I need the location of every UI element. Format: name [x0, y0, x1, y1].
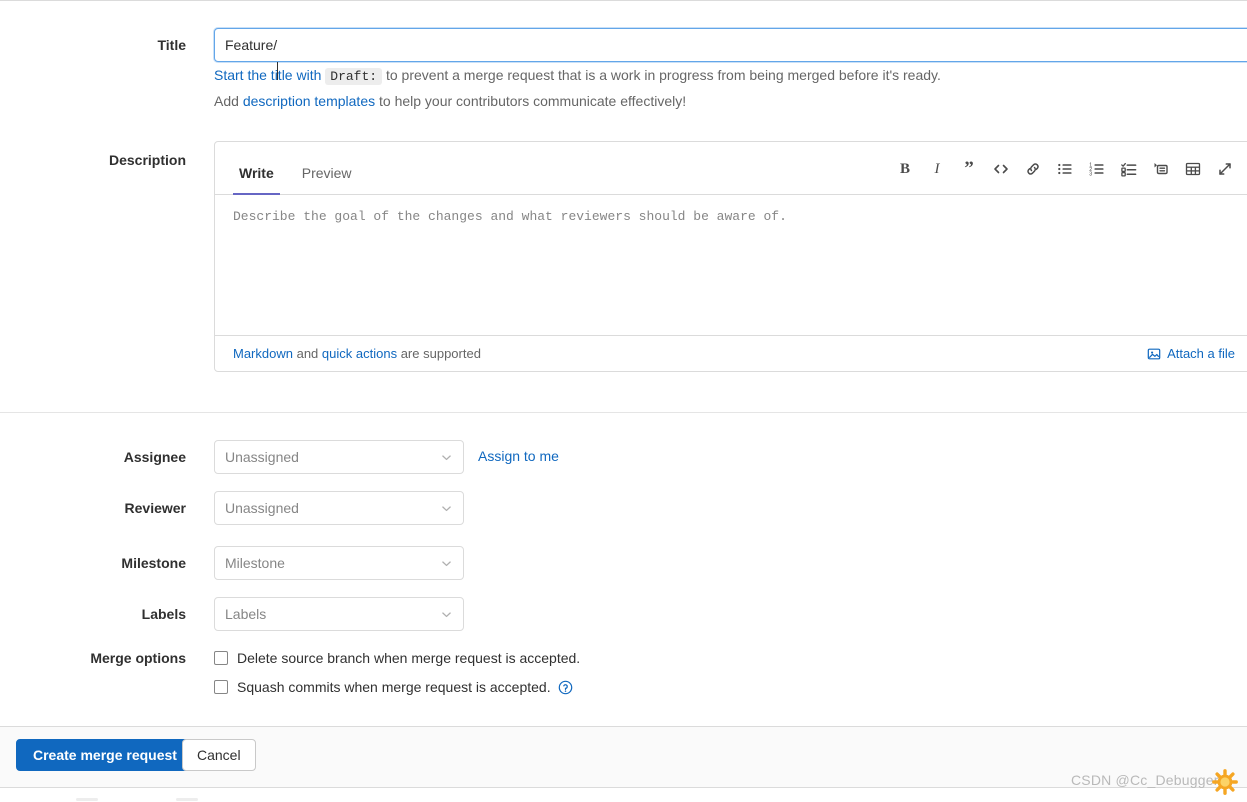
reviewer-dropdown[interactable]: Unassigned [214, 491, 464, 525]
watermark-text: CSDN @Cc_Debugger [1071, 772, 1219, 788]
tab-preview[interactable]: Preview [296, 166, 358, 194]
squash-commits-text: Squash commits when merge request is acc… [237, 679, 551, 695]
tab-write[interactable]: Write [233, 166, 280, 195]
description-editor: Write Preview B I ” 1 2 3 Describe the g… [214, 141, 1247, 372]
assign-to-me-link[interactable]: Assign to me [478, 448, 559, 464]
description-footer: Markdown and quick actions are supported… [215, 335, 1247, 371]
draft-link[interactable]: Start the title with [214, 67, 321, 83]
cutoff-element-right [176, 798, 198, 801]
reviewer-value: Unassigned [225, 500, 299, 516]
description-templates-link[interactable]: description templates [243, 93, 375, 109]
form-action-bar: Create merge request Cancel [0, 726, 1247, 788]
squash-commits-option[interactable]: Squash commits when merge request is acc… [214, 679, 573, 695]
bullet-list-icon[interactable] [1049, 155, 1081, 183]
chevron-down-icon [440, 608, 453, 621]
title-label: Title [157, 37, 186, 53]
merge-options-label: Merge options [90, 650, 186, 666]
bold-icon[interactable]: B [889, 155, 921, 183]
draft-help-text: Start the title with Draft: to prevent a… [214, 67, 941, 85]
templates-help-suffix: to help your contributors communicate ef… [379, 93, 687, 109]
svg-text:3: 3 [1089, 171, 1092, 177]
collapsible-section-icon[interactable] [1145, 155, 1177, 183]
delete-source-branch-option[interactable]: Delete source branch when merge request … [214, 650, 580, 666]
delete-source-branch-checkbox[interactable] [214, 651, 228, 665]
fullscreen-icon[interactable] [1209, 155, 1241, 183]
top-divider [0, 0, 1247, 1]
delete-source-branch-text: Delete source branch when merge request … [237, 650, 581, 666]
description-label: Description [108, 152, 186, 168]
attach-file-label: Attach a file [1167, 346, 1235, 361]
description-textarea[interactable]: Describe the goal of the changes and wha… [215, 195, 1247, 335]
labels-value: Labels [225, 606, 267, 622]
templates-help-text: Add description templates to help your c… [214, 93, 686, 109]
table-icon[interactable] [1177, 155, 1209, 183]
supported-text: are supported [400, 346, 481, 361]
quote-icon[interactable]: ” [953, 155, 985, 183]
merge-request-form-page: Title Start the title with Draft: to pre… [0, 0, 1247, 802]
quick-actions-link[interactable]: quick actions [322, 346, 397, 361]
numbered-list-icon[interactable]: 1 2 3 [1081, 155, 1113, 183]
image-attachment-icon [1147, 347, 1161, 361]
milestone-value: Milestone [225, 555, 285, 571]
task-list-icon[interactable] [1113, 155, 1145, 183]
milestone-label: Milestone [121, 555, 186, 571]
assignee-label: Assignee [123, 449, 186, 465]
csdn-logo-icon [1211, 768, 1239, 796]
reviewer-label: Reviewer [124, 500, 186, 516]
link-icon[interactable] [1017, 155, 1049, 183]
markdown-toolbar: B I ” 1 2 3 [889, 155, 1241, 183]
title-input[interactable] [214, 28, 1247, 62]
assignee-value: Unassigned [225, 449, 299, 465]
draft-help-suffix: to prevent a merge request that is a wor… [385, 67, 941, 83]
markdown-link[interactable]: Markdown [233, 346, 293, 361]
labels-label: Labels [141, 606, 186, 622]
italic-icon[interactable]: I [921, 155, 953, 183]
code-icon[interactable] [985, 155, 1017, 183]
markdown-support-text: Markdown and quick actions are supported [233, 346, 481, 361]
and-text: and [296, 346, 319, 361]
labels-dropdown[interactable]: Labels [214, 597, 464, 631]
editor-tabs: Write Preview [215, 141, 374, 195]
chevron-down-icon [440, 451, 453, 464]
section-divider [0, 412, 1247, 413]
create-merge-request-button[interactable]: Create merge request [16, 739, 194, 771]
cancel-button[interactable]: Cancel [182, 739, 256, 771]
help-circle-icon[interactable] [558, 680, 573, 695]
draft-code: Draft: [325, 68, 383, 85]
cutoff-element-left [76, 798, 98, 801]
description-editor-header: Write Preview B I ” 1 2 3 [215, 142, 1247, 195]
chevron-down-icon [440, 502, 453, 515]
attach-file-button[interactable]: Attach a file [1147, 346, 1235, 361]
chevron-down-icon [440, 557, 453, 570]
milestone-dropdown[interactable]: Milestone [214, 546, 464, 580]
squash-commits-checkbox[interactable] [214, 680, 228, 694]
assignee-dropdown[interactable]: Unassigned [214, 440, 464, 474]
description-placeholder: Describe the goal of the changes and wha… [233, 209, 787, 224]
templates-help-prefix: Add [214, 93, 239, 109]
